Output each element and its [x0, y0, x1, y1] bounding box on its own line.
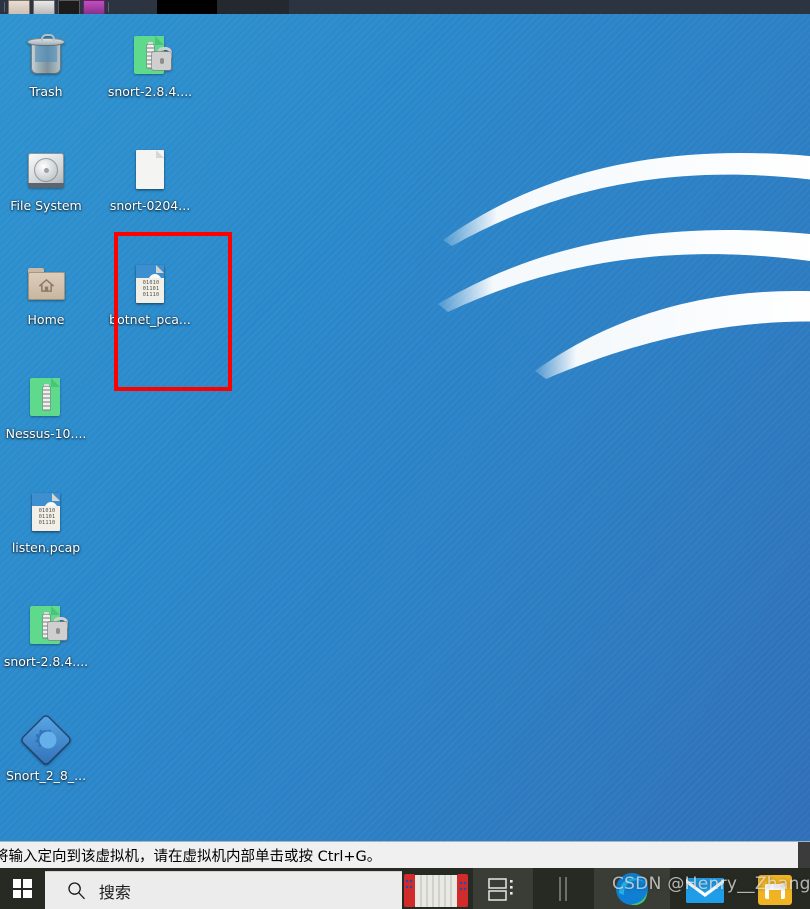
- desktop-icon-label: snort-2.8.4....: [3, 654, 89, 669]
- taskbar-divider: [533, 868, 593, 909]
- gear-glyph: [35, 729, 57, 749]
- hard-disk-icon: [22, 146, 70, 194]
- panel-window-button-a[interactable]: [157, 0, 217, 14]
- desktop-area[interactable]: Trash snort-2.8.4.... File System snort-…: [0, 14, 810, 841]
- vm-guest-panel: [0, 0, 810, 15]
- search-input[interactable]: 搜索: [44, 871, 403, 909]
- document-icon: [126, 146, 174, 194]
- archive-icon: [22, 374, 70, 422]
- binary-digits: 01010 01101 01110: [38, 508, 56, 526]
- desktop-icon-snort-archive-top[interactable]: snort-2.8.4....: [104, 32, 196, 99]
- selected-file-highlight: [114, 232, 232, 391]
- vm-status-right-edge: [798, 842, 810, 869]
- snort-installer-icon: [19, 713, 73, 767]
- accordion-icon: [404, 873, 469, 907]
- wallpaper-swoosh-graphic: [438, 153, 810, 379]
- media-player-icon[interactable]: [83, 0, 105, 15]
- windows-logo-icon: [12, 879, 32, 898]
- trash-icon: [22, 32, 70, 80]
- vm-status-message: 将输入定向到该虚拟机，请在虚拟机内部单击或按 Ctrl+G。: [0, 849, 382, 865]
- task-view-icon: [488, 877, 513, 901]
- desktop-icon-home[interactable]: Home: [0, 260, 92, 327]
- desktop-icon-snort-installer[interactable]: Snort_2_8_...: [0, 713, 92, 783]
- edge-icon: [615, 872, 648, 905]
- calculator-icon[interactable]: [8, 0, 30, 15]
- taskbar-item-accordion[interactable]: [402, 868, 472, 909]
- archive-lock-icon: [126, 32, 174, 80]
- desktop-icon-label: Home: [27, 312, 65, 327]
- windows-taskbar: 搜索: [0, 868, 810, 909]
- taskbar-item-store[interactable]: [740, 868, 810, 909]
- taskbar-item-mail[interactable]: [670, 868, 740, 909]
- house-glyph: [39, 279, 54, 292]
- home-folder-icon: [22, 260, 70, 308]
- taskbar-item-task-view[interactable]: [472, 868, 534, 909]
- panel-separator: [108, 2, 109, 12]
- desktop-icon-file-system[interactable]: File System: [0, 146, 92, 213]
- panel-separator: [4, 2, 5, 12]
- desktop-icon-trash[interactable]: Trash: [0, 32, 92, 99]
- panel-window-button-b[interactable]: [217, 0, 289, 14]
- desktop-icon-label: listen.pcap: [11, 540, 81, 555]
- desktop-icon-label: Trash: [29, 84, 63, 99]
- divider-icon: [559, 876, 567, 901]
- taskbar-item-edge[interactable]: [593, 868, 670, 909]
- desktop-icon-label: Snort_2_8_...: [5, 768, 87, 783]
- screen: Trash snort-2.8.4.... File System snort-…: [0, 0, 810, 909]
- printer-icon[interactable]: [33, 0, 55, 15]
- search-icon: [68, 882, 85, 900]
- archive-lock-icon: [22, 602, 70, 650]
- vm-status-bar: 将输入定向到该虚拟机，请在虚拟机内部单击或按 Ctrl+G。: [0, 841, 810, 869]
- desktop-icon-nessus[interactable]: Nessus-10....: [0, 374, 92, 441]
- pcap-binary-icon: 01010 01101 01110: [22, 488, 70, 536]
- desktop-icon-snort-archive-lower[interactable]: snort-2.8.4....: [0, 602, 92, 669]
- desktop-icon-label: File System: [10, 198, 82, 213]
- desktop-icon-label: Nessus-10....: [5, 426, 87, 441]
- store-icon: [757, 874, 792, 905]
- mail-icon: [685, 877, 724, 903]
- terminal-icon[interactable]: [58, 0, 80, 15]
- desktop-icon-snort-0204[interactable]: snort-0204...: [104, 146, 196, 213]
- start-button[interactable]: [0, 868, 45, 909]
- desktop-icon-label: snort-2.8.4....: [107, 84, 193, 99]
- desktop-icon-label: snort-0204...: [109, 198, 191, 213]
- desktop-icon-listen-pcap[interactable]: 01010 01101 01110 listen.pcap: [0, 488, 92, 555]
- search-placeholder: 搜索: [98, 882, 131, 902]
